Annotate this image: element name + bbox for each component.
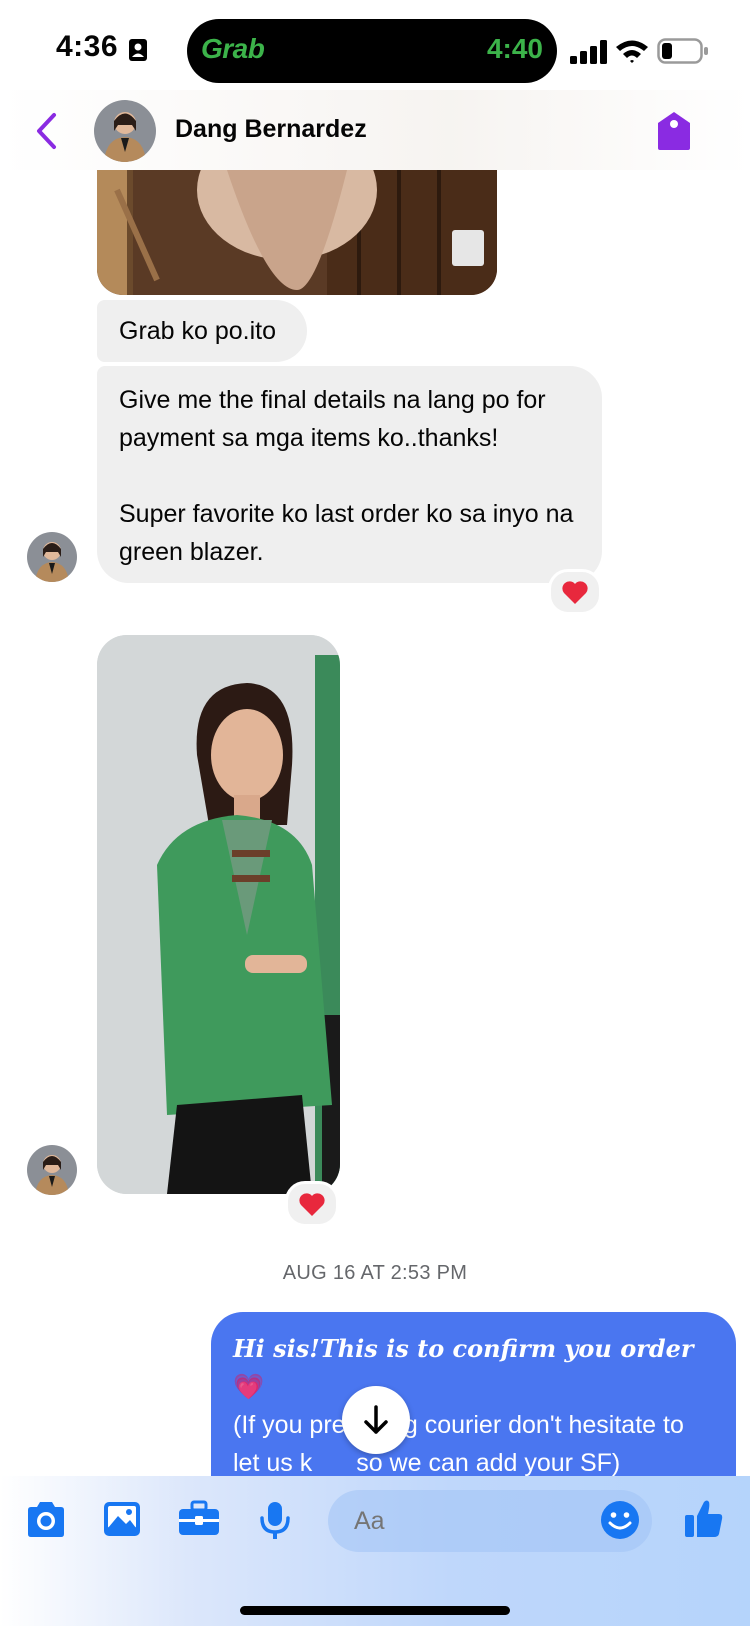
image-gallery-icon	[104, 1502, 140, 1536]
message-composer	[0, 1476, 750, 1626]
arrow-down-icon	[364, 1405, 388, 1434]
photo-wood-background	[97, 170, 497, 295]
contact-avatar[interactable]	[94, 100, 156, 162]
message-timestamp: AUG 16 AT 2:53 PM	[282, 1262, 468, 1284]
microphone-icon	[260, 1502, 290, 1539]
avatar[interactable]	[27, 532, 77, 582]
gallery-button[interactable]	[102, 1500, 142, 1543]
like-button[interactable]	[683, 1498, 725, 1545]
home-indicator	[240, 1606, 510, 1615]
voice-message-button[interactable]	[258, 1500, 292, 1545]
chat-header: Dang Bernardez	[0, 90, 750, 170]
heart-icon	[299, 1192, 325, 1216]
message-text: Give me the final details na lang po for…	[119, 386, 546, 452]
wifi-icon	[616, 40, 648, 63]
avatar[interactable]	[27, 1145, 77, 1195]
heart-reaction[interactable]	[285, 1181, 339, 1227]
message-bubble-incoming[interactable]: Grab ko po.ito	[97, 300, 307, 362]
live-activity-time: 4:40	[486, 33, 543, 64]
camera-button[interactable]	[24, 1500, 68, 1545]
message-text: Super favorite ko last order ko sa inyo …	[119, 500, 574, 566]
shared-photo-partial[interactable]	[97, 170, 497, 295]
thumbs-up-icon	[685, 1500, 723, 1537]
dynamic-island-live-activity[interactable]: Grab 4:40	[187, 19, 557, 83]
tools-button[interactable]	[177, 1500, 221, 1543]
contact-card-icon	[129, 39, 147, 61]
heart-icon	[562, 580, 588, 604]
price-tag-icon	[658, 112, 690, 150]
message-bubble-incoming[interactable]: Give me the final details na lang po for…	[97, 366, 602, 583]
shared-photo[interactable]	[97, 635, 340, 1194]
status-bar: 4:36 Grab 4:40	[0, 0, 750, 100]
message-bubble-outgoing[interactable]: Hi sis!This is to confirm you order💗 (If…	[211, 1312, 736, 1506]
chat-thread: Grab ko po.ito Give me the final details…	[0, 0, 750, 1506]
heart-reaction[interactable]	[548, 569, 602, 615]
chevron-left-icon	[37, 113, 56, 149]
back-button[interactable]	[34, 112, 58, 155]
message-text: (If you prefer reg courier don't hesitat…	[233, 1411, 684, 1477]
contact-name[interactable]: Dang Bernardez	[175, 115, 367, 144]
smiley-face-icon	[601, 1501, 639, 1539]
camera-icon	[28, 1502, 64, 1537]
scroll-to-bottom-button[interactable]	[342, 1386, 410, 1454]
tag-button[interactable]	[655, 110, 693, 157]
emoji-button[interactable]	[600, 1500, 640, 1545]
photo-woman-green-blazer	[97, 635, 340, 1194]
briefcase-icon	[179, 1500, 219, 1535]
grab-logo: Grab	[201, 33, 265, 64]
message-text: Hi sis!This is to confirm you order💗	[233, 1334, 694, 1401]
cellular-signal-icon	[570, 40, 607, 64]
status-time: 4:36	[56, 30, 119, 63]
battery-icon	[657, 38, 708, 64]
